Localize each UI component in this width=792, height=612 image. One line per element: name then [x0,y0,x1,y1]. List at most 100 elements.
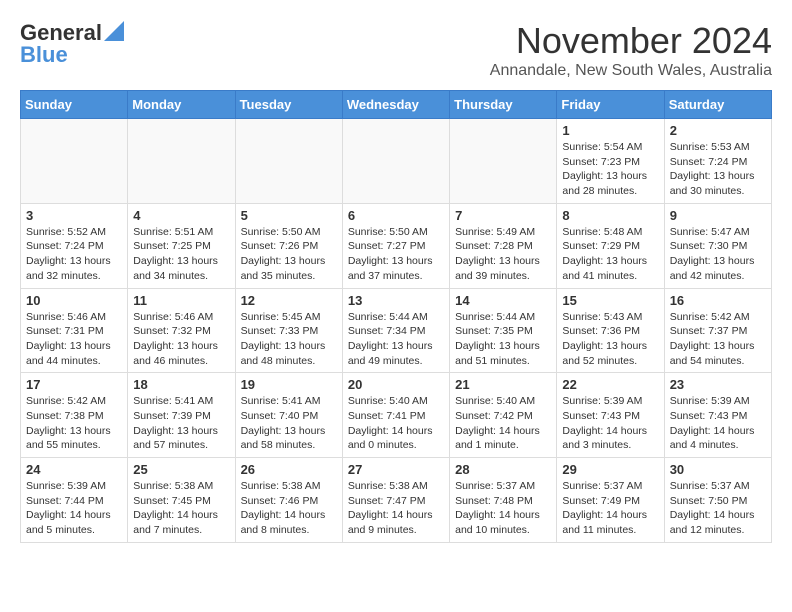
day-info: Sunrise: 5:52 AMSunset: 7:24 PMDaylight:… [26,225,122,284]
day-number: 19 [241,377,337,392]
day-number: 28 [455,462,551,477]
weekday-header-thursday: Thursday [450,91,557,119]
calendar-cell: 2 Sunrise: 5:53 AMSunset: 7:24 PMDaylight… [664,119,771,204]
day-info: Sunrise: 5:38 AMSunset: 7:45 PMDaylight:… [133,479,229,538]
weekday-header-saturday: Saturday [664,91,771,119]
calendar-cell: 18 Sunrise: 5:41 AMSunset: 7:39 PMDayligh… [128,373,235,458]
day-info: Sunrise: 5:39 AMSunset: 7:44 PMDaylight:… [26,479,122,538]
calendar-cell: 24Sunrise: 5:39 AMSunset: 7:44 PMDayligh… [21,458,128,543]
calendar-cell: 16 Sunrise: 5:42 AMSunset: 7:37 PMDayligh… [664,288,771,373]
calendar-cell: 15 Sunrise: 5:43 AMSunset: 7:36 PMDayligh… [557,288,664,373]
day-info: Sunrise: 5:39 AMSunset: 7:43 PMDaylight:… [670,394,766,453]
day-number: 21 [455,377,551,392]
day-number: 9 [670,208,766,223]
calendar-cell: 21 Sunrise: 5:40 AMSunset: 7:42 PMDayligh… [450,373,557,458]
calendar-cell: 7Sunrise: 5:49 AMSunset: 7:28 PMDaylight… [450,203,557,288]
day-number: 16 [670,293,766,308]
day-info: Sunrise: 5:38 AMSunset: 7:46 PMDaylight:… [241,479,337,538]
day-number: 23 [670,377,766,392]
calendar-cell [128,119,235,204]
day-number: 15 [562,293,658,308]
day-info: Sunrise: 5:43 AMSunset: 7:36 PMDaylight:… [562,310,658,369]
day-info: Sunrise: 5:37 AMSunset: 7:49 PMDaylight:… [562,479,658,538]
calendar-cell: 14 Sunrise: 5:44 AMSunset: 7:35 PMDayligh… [450,288,557,373]
day-info: Sunrise: 5:50 AMSunset: 7:26 PMDaylight:… [241,225,337,284]
week-row-1: 1 Sunrise: 5:54 AMSunset: 7:23 PMDaylight… [21,119,772,204]
day-number: 26 [241,462,337,477]
calendar-cell: 12 Sunrise: 5:45 AMSunset: 7:33 PMDayligh… [235,288,342,373]
weekday-header-tuesday: Tuesday [235,91,342,119]
calendar-cell: 20 Sunrise: 5:40 AMSunset: 7:41 PMDayligh… [342,373,449,458]
calendar-cell: 22Sunrise: 5:39 AMSunset: 7:43 PMDayligh… [557,373,664,458]
calendar-cell: 9 Sunrise: 5:47 AMSunset: 7:30 PMDaylight… [664,203,771,288]
logo-blue: Blue [20,42,68,68]
calendar-cell: 5 Sunrise: 5:50 AMSunset: 7:26 PMDaylight… [235,203,342,288]
calendar-cell: 10 Sunrise: 5:46 AMSunset: 7:31 PMDayligh… [21,288,128,373]
calendar-cell: 27 Sunrise: 5:38 AMSunset: 7:47 PMDayligh… [342,458,449,543]
day-number: 18 [133,377,229,392]
day-info: Sunrise: 5:46 AMSunset: 7:31 PMDaylight:… [26,310,122,369]
calendar-table: SundayMondayTuesdayWednesdayThursdayFrid… [20,90,772,543]
calendar-cell: 30Sunrise: 5:37 AMSunset: 7:50 PMDayligh… [664,458,771,543]
weekday-header-wednesday: Wednesday [342,91,449,119]
day-info: Sunrise: 5:45 AMSunset: 7:33 PMDaylight:… [241,310,337,369]
day-number: 27 [348,462,444,477]
calendar-cell: 23 Sunrise: 5:39 AMSunset: 7:43 PMDayligh… [664,373,771,458]
calendar-cell: 6Sunrise: 5:50 AMSunset: 7:27 PMDaylight… [342,203,449,288]
day-info: Sunrise: 5:47 AMSunset: 7:30 PMDaylight:… [670,225,766,284]
day-number: 2 [670,123,766,138]
logo-arrow-icon [104,21,124,41]
day-number: 1 [562,123,658,138]
day-info: Sunrise: 5:40 AMSunset: 7:41 PMDaylight:… [348,394,444,453]
calendar-cell: 29Sunrise: 5:37 AMSunset: 7:49 PMDayligh… [557,458,664,543]
week-row-5: 24Sunrise: 5:39 AMSunset: 7:44 PMDayligh… [21,458,772,543]
calendar-cell: 17 Sunrise: 5:42 AMSunset: 7:38 PMDayligh… [21,373,128,458]
weekday-header-sunday: Sunday [21,91,128,119]
title-block: November 2024 Annandale, New South Wales… [490,20,772,80]
day-info: Sunrise: 5:41 AMSunset: 7:40 PMDaylight:… [241,394,337,453]
day-info: Sunrise: 5:40 AMSunset: 7:42 PMDaylight:… [455,394,551,453]
page-header: General Blue November 2024 Annandale, Ne… [20,20,772,80]
day-info: Sunrise: 5:44 AMSunset: 7:34 PMDaylight:… [348,310,444,369]
day-number: 5 [241,208,337,223]
calendar-cell: 11Sunrise: 5:46 AMSunset: 7:32 PMDayligh… [128,288,235,373]
day-info: Sunrise: 5:37 AMSunset: 7:48 PMDaylight:… [455,479,551,538]
calendar-cell: 1 Sunrise: 5:54 AMSunset: 7:23 PMDaylight… [557,119,664,204]
calendar-cell: 25 Sunrise: 5:38 AMSunset: 7:45 PMDayligh… [128,458,235,543]
day-number: 13 [348,293,444,308]
day-info: Sunrise: 5:38 AMSunset: 7:47 PMDaylight:… [348,479,444,538]
day-number: 6 [348,208,444,223]
day-info: Sunrise: 5:44 AMSunset: 7:35 PMDaylight:… [455,310,551,369]
day-number: 14 [455,293,551,308]
location-title: Annandale, New South Wales, Australia [490,62,772,80]
calendar-cell: 4 Sunrise: 5:51 AMSunset: 7:25 PMDaylight… [128,203,235,288]
calendar-cell: 26 Sunrise: 5:38 AMSunset: 7:46 PMDayligh… [235,458,342,543]
day-info: Sunrise: 5:42 AMSunset: 7:38 PMDaylight:… [26,394,122,453]
day-number: 4 [133,208,229,223]
logo: General Blue [20,20,124,68]
day-number: 12 [241,293,337,308]
day-number: 17 [26,377,122,392]
day-number: 22 [562,377,658,392]
calendar-cell: 28 Sunrise: 5:37 AMSunset: 7:48 PMDayligh… [450,458,557,543]
calendar-cell: 3Sunrise: 5:52 AMSunset: 7:24 PMDaylight… [21,203,128,288]
calendar-cell [21,119,128,204]
day-info: Sunrise: 5:42 AMSunset: 7:37 PMDaylight:… [670,310,766,369]
day-info: Sunrise: 5:48 AMSunset: 7:29 PMDaylight:… [562,225,658,284]
weekday-header-monday: Monday [128,91,235,119]
day-info: Sunrise: 5:51 AMSunset: 7:25 PMDaylight:… [133,225,229,284]
calendar-cell [450,119,557,204]
calendar-cell: 8 Sunrise: 5:48 AMSunset: 7:29 PMDaylight… [557,203,664,288]
day-number: 25 [133,462,229,477]
day-number: 8 [562,208,658,223]
week-row-2: 3Sunrise: 5:52 AMSunset: 7:24 PMDaylight… [21,203,772,288]
week-row-3: 10 Sunrise: 5:46 AMSunset: 7:31 PMDayligh… [21,288,772,373]
weekday-header-row: SundayMondayTuesdayWednesdayThursdayFrid… [21,91,772,119]
weekday-header-friday: Friday [557,91,664,119]
day-info: Sunrise: 5:54 AMSunset: 7:23 PMDaylight:… [562,140,658,199]
day-info: Sunrise: 5:37 AMSunset: 7:50 PMDaylight:… [670,479,766,538]
day-info: Sunrise: 5:41 AMSunset: 7:39 PMDaylight:… [133,394,229,453]
day-number: 20 [348,377,444,392]
day-info: Sunrise: 5:53 AMSunset: 7:24 PMDaylight:… [670,140,766,199]
day-number: 10 [26,293,122,308]
